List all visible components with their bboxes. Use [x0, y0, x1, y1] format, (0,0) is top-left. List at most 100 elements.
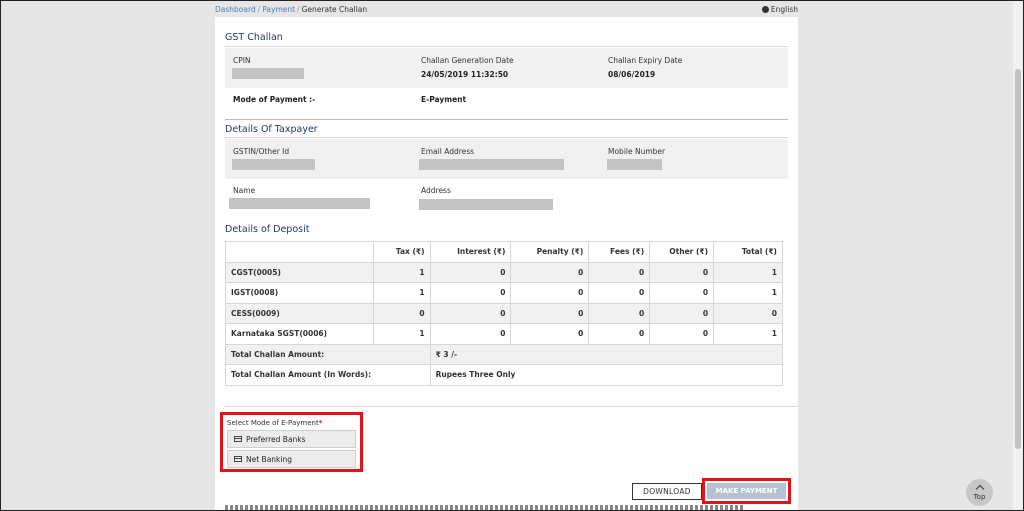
breadcrumb-dashboard[interactable]: Dashboard [215, 5, 256, 14]
table-cell: 0 [510, 302, 590, 324]
tax-head: CESS(0009) [225, 302, 374, 324]
table-header-row: Tax (₹) Interest (₹) Penalty (₹) Fees (₹… [225, 241, 783, 263]
page-scrollbar[interactable] [1013, 1, 1023, 510]
expiry-date-label: Challan Expiry Date [608, 56, 683, 65]
table-cell: 0 [588, 323, 651, 345]
name-redacted [229, 198, 370, 209]
column-header: Fees (₹) [588, 241, 651, 263]
credit-card-icon [234, 456, 242, 462]
make-payment-highlight: MAKE PAYMENT [702, 478, 791, 504]
table-cell: 0 [429, 302, 512, 324]
tax-head: Karnataka SGST(0006) [225, 323, 374, 345]
top-bar: Dashboard / Payment / Generate Challan Engli… [215, 3, 798, 16]
tax-head: IGST(0008) [225, 282, 374, 304]
table-cell: 1 [372, 261, 431, 283]
email-redacted [419, 159, 564, 170]
mode-of-payment-value: E-Payment [421, 95, 467, 104]
challan-panel: GST Challan CPIN Challan Generation Date… [215, 17, 798, 511]
challan-info-box [225, 48, 788, 88]
table-cell: 0 [588, 282, 651, 304]
language-label: English [770, 5, 798, 14]
expiry-date-value: 08/06/2019 [608, 70, 656, 79]
cpin-label: CPIN [233, 56, 251, 65]
epayment-mode-group: Select Mode of E-Payment* Preferred Bank… [220, 412, 363, 472]
breadcrumb-payment[interactable]: Payment [262, 5, 295, 14]
table-cell: 0 [713, 302, 783, 324]
mobile-redacted [607, 159, 662, 170]
column-header: Other (₹) [649, 241, 715, 263]
required-mark: * [318, 419, 323, 427]
address-redacted [419, 199, 553, 210]
epayment-mode-text: Select Mode of E-Payment [227, 419, 319, 427]
gstin-redacted [232, 159, 315, 170]
table-cell: 0 [649, 323, 715, 345]
deposit-title: Details of Deposit [225, 224, 310, 235]
total-amount-label: Total Challan Amount: [225, 343, 431, 365]
generation-date-value: 24/05/2019 11:32:50 [421, 70, 509, 79]
name-label: Name [233, 186, 256, 195]
deposit-table: Tax (₹) Interest (₹) Penalty (₹) Fees (₹… [225, 241, 784, 386]
preferred-banks-button[interactable]: Preferred Banks [227, 430, 356, 448]
table-cell: 0 [588, 302, 651, 324]
address-label: Address [421, 186, 451, 195]
breadcrumb-separator: / [257, 5, 261, 14]
breadcrumb-separator: / [297, 5, 300, 14]
table-cell: 0 [429, 261, 512, 283]
mobile-label: Mobile Number [608, 147, 666, 156]
total-amount-value: ₹ 3 /- [429, 343, 784, 365]
column-header [225, 241, 374, 263]
table-cell: 0 [510, 261, 590, 283]
amount-in-words-value: Rupees Three Only [429, 364, 784, 386]
table-cell: 1 [372, 323, 431, 345]
scroll-top-button[interactable]: Top [966, 479, 993, 506]
table-cell: 0 [372, 302, 431, 324]
email-label: Email Address [421, 147, 475, 156]
net-banking-button[interactable]: Net Banking [227, 450, 356, 468]
table-row: CESS(0009) 0 0 0 0 0 0 [225, 302, 783, 324]
table-cell: 1 [713, 323, 783, 345]
column-header: Total (₹) [713, 241, 783, 263]
scroll-top-label: Top [973, 493, 986, 501]
credit-card-icon [234, 436, 242, 442]
net-banking-label: Net Banking [246, 454, 292, 464]
breadcrumb: Dashboard / Payment / Generate Challan [215, 5, 367, 14]
make-payment-button[interactable]: MAKE PAYMENT [707, 483, 786, 499]
table-cell: 0 [429, 282, 512, 304]
column-header: Penalty (₹) [510, 241, 590, 263]
table-row: Karnataka SGST(0006) 1 0 0 0 0 1 [225, 323, 783, 345]
tax-head: CGST(0005) [225, 261, 374, 283]
table-cell: 0 [649, 282, 715, 304]
total-amount-row: Total Challan Amount: ₹ 3 /- [225, 343, 784, 365]
table-cell: 0 [649, 261, 715, 283]
divider [225, 119, 788, 120]
generation-date-label: Challan Generation Date [421, 56, 514, 65]
amount-in-words-label: Total Challan Amount (In Words): [225, 364, 431, 386]
table-row: IGST(0008) 1 0 0 0 0 1 [225, 282, 783, 304]
preferred-banks-label: Preferred Banks [246, 434, 306, 444]
table-row: CGST(0005) 1 0 0 0 0 1 [225, 261, 783, 283]
table-cell: 1 [372, 282, 431, 304]
table-cell: 0 [649, 302, 715, 324]
gstin-label: GSTIN/Other Id [233, 147, 290, 156]
table-cell: 0 [510, 282, 590, 304]
table-cell: 0 [588, 261, 651, 283]
table-cell: 1 [713, 261, 783, 283]
taxpayer-title: Details Of Taxpayer [225, 124, 318, 135]
table-cell: 0 [510, 323, 590, 345]
epayment-mode-label: Select Mode of E-Payment* [227, 419, 322, 427]
divider [225, 406, 798, 407]
cpin-redacted [232, 68, 304, 79]
table-cell: 0 [429, 323, 512, 345]
language-selector[interactable]: English [761, 5, 798, 14]
column-header: Tax (₹) [372, 241, 431, 263]
amount-in-words-row: Total Challan Amount (In Words): Rupees … [225, 364, 784, 386]
breadcrumb-current: Generate Challan [301, 5, 368, 14]
divider [225, 137, 788, 138]
divider [225, 46, 788, 47]
download-button[interactable]: DOWNLOAD [632, 483, 702, 500]
truncated-text-line [225, 505, 745, 511]
column-header: Interest (₹) [429, 241, 512, 263]
mode-of-payment-label: Mode of Payment :- [233, 95, 316, 104]
chevron-up-icon [975, 484, 984, 494]
scrollbar-thumb[interactable] [1015, 69, 1021, 449]
